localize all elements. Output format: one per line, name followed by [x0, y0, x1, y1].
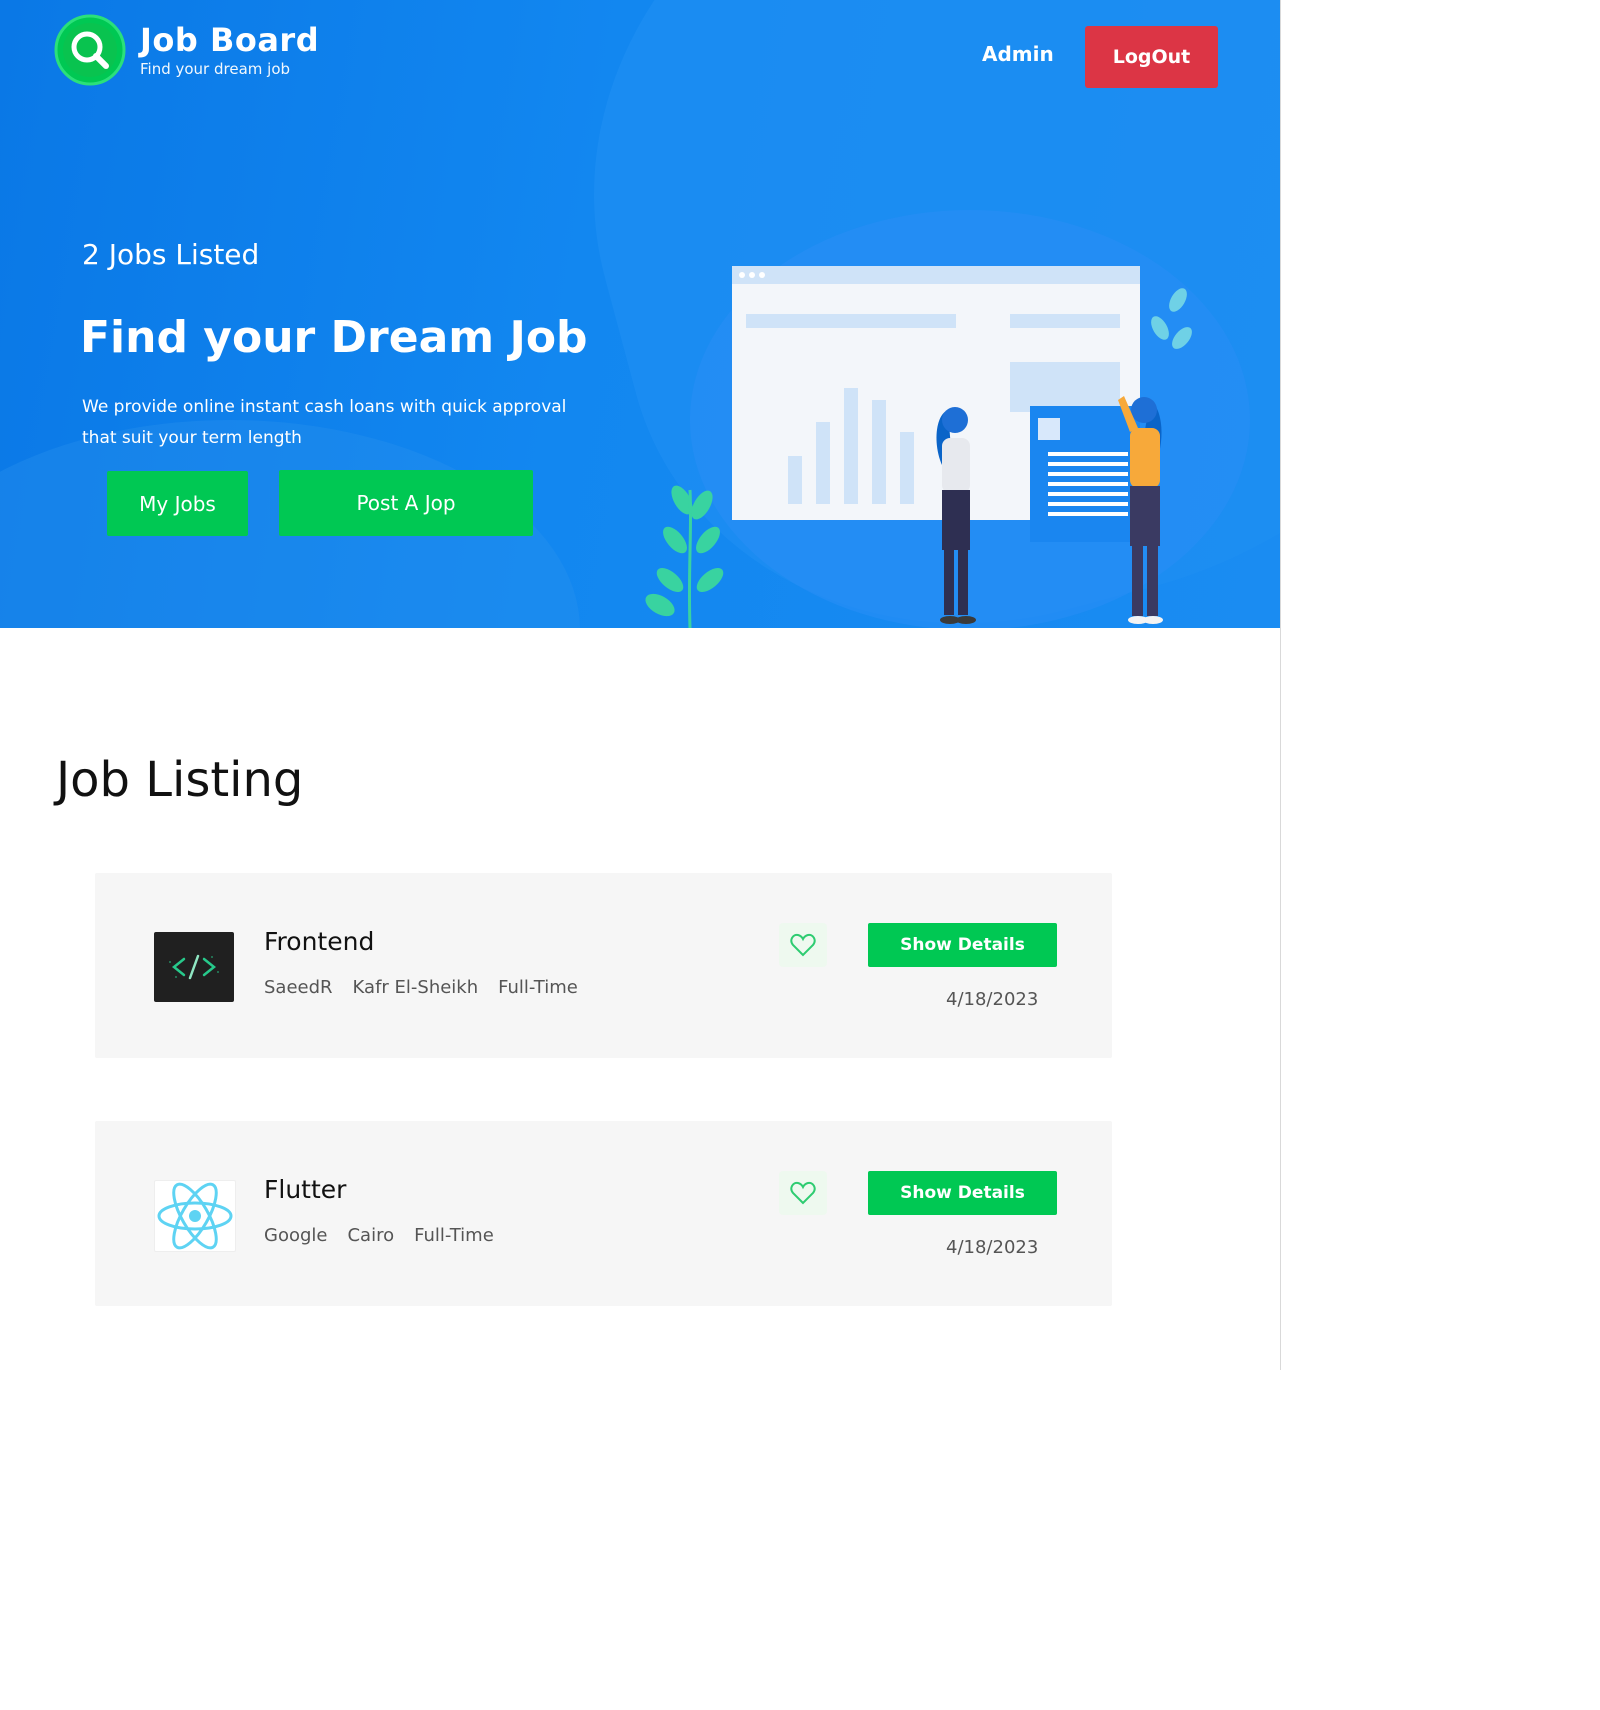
hero-illustration	[645, 266, 1192, 628]
favorite-button[interactable]	[779, 1171, 827, 1215]
job-company: Google	[264, 1225, 328, 1246]
atom-icon	[154, 1180, 236, 1252]
page: Job Board Find your dream job Admin LogO…	[0, 0, 1281, 1370]
brand[interactable]: Job Board Find your dream job	[54, 14, 319, 86]
hero-title: Find your Dream Job	[80, 312, 588, 363]
heart-icon	[790, 1181, 816, 1205]
show-details-button[interactable]: Show Details	[868, 923, 1057, 967]
post-job-button[interactable]: Post A Jop	[279, 470, 533, 536]
job-location: Cairo	[347, 1225, 395, 1246]
favorite-button[interactable]	[779, 923, 827, 967]
job-title[interactable]: Frontend	[264, 927, 374, 956]
job-title[interactable]: Flutter	[264, 1175, 346, 1204]
job-type: Full-Time	[414, 1225, 494, 1246]
jobs-count: 2 Jobs Listed	[82, 238, 260, 271]
heart-icon	[790, 933, 816, 957]
job-card: Flutter Google Cairo Full-Time Show Deta…	[95, 1121, 1112, 1306]
job-meta: Google Cairo Full-Time	[264, 1225, 494, 1246]
hero-section: Job Board Find your dream job Admin LogO…	[0, 0, 1280, 628]
nav-admin-link[interactable]: Admin	[982, 42, 1054, 66]
job-company: SaeedR	[264, 977, 333, 998]
job-date: 4/18/2023	[946, 989, 1039, 1010]
brand-subtitle: Find your dream job	[140, 60, 291, 78]
my-jobs-button[interactable]: My Jobs	[107, 471, 248, 536]
job-type: Full-Time	[498, 977, 578, 998]
code-icon	[154, 932, 234, 1002]
job-date: 4/18/2023	[946, 1237, 1039, 1258]
job-card: Frontend SaeedR Kafr El-Sheikh Full-Time…	[95, 873, 1112, 1058]
brand-text: Job Board Find your dream job	[140, 22, 319, 78]
brand-title: Job Board	[140, 21, 320, 59]
job-location: Kafr El-Sheikh	[352, 977, 479, 998]
hero-description: We provide online instant cash loans wit…	[82, 397, 567, 448]
logout-button[interactable]: LogOut	[1085, 26, 1218, 88]
search-logo-icon	[54, 14, 126, 86]
show-details-button[interactable]: Show Details	[868, 1171, 1057, 1215]
job-meta: SaeedR Kafr El-Sheikh Full-Time	[264, 977, 578, 998]
job-listing-title: Job Listing	[56, 752, 304, 808]
